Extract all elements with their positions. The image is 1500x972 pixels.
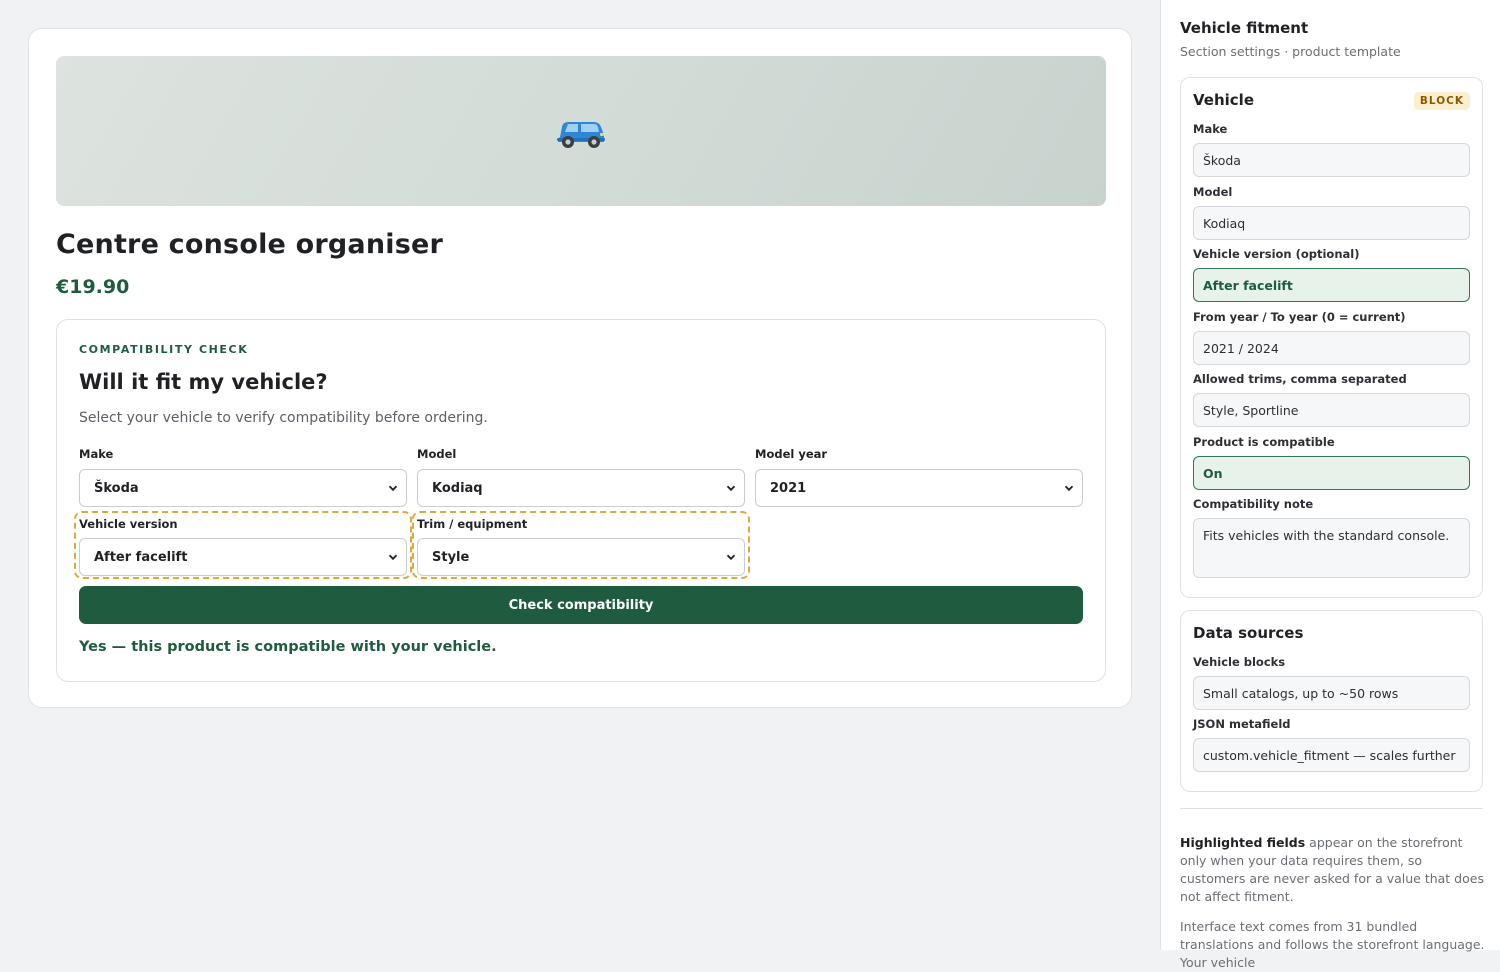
year-select-value: 2021 [770, 480, 807, 496]
setting-version-input[interactable]: After facelift [1193, 268, 1470, 302]
setting-version: Vehicle version (optional) After facelif… [1193, 247, 1470, 302]
panel-subtitle: Section settings · product template [1180, 44, 1401, 59]
chevron-down-icon [726, 485, 736, 492]
setting-years-input[interactable]: 2021 / 2024 [1193, 331, 1470, 365]
version-field: Vehicle version After facelift [79, 517, 407, 576]
product-card: Centre console organiser €19.90 COMPATIB… [28, 28, 1132, 708]
data-sources-title: Data sources [1193, 624, 1304, 642]
chevron-down-icon [1064, 485, 1074, 492]
version-select[interactable]: After facelift [79, 538, 407, 576]
product-title: Centre console organiser [56, 229, 444, 260]
setting-note: Compatibility note Fits vehicles with th… [1193, 497, 1470, 578]
model-select[interactable]: Kodiaq [417, 469, 745, 507]
compat-title: Will it fit my vehicle? [79, 370, 328, 394]
setting-compatible-toggle[interactable]: On [1193, 456, 1470, 490]
setting-trims-input[interactable]: Style, Sportline [1193, 393, 1470, 427]
make-field: Make Škoda [79, 447, 407, 507]
setting-json-metafield-input[interactable]: custom.vehicle_fitment — scales further [1193, 738, 1470, 772]
make-label: Make [79, 447, 114, 461]
make-select-value: Škoda [94, 480, 139, 496]
trim-label: Trim / equipment [417, 517, 528, 531]
year-label: Model year [755, 447, 828, 461]
make-select[interactable]: Škoda [79, 469, 407, 507]
storefront-preview: Centre console organiser €19.90 COMPATIB… [0, 0, 1160, 950]
chevron-down-icon [388, 485, 398, 492]
data-sources-card: Data sources Vehicle blocks Small catalo… [1180, 610, 1483, 792]
product-image [56, 56, 1106, 206]
block-badge: BLOCK [1413, 92, 1470, 110]
setting-note-textarea[interactable]: Fits vehicles with the standard console. [1193, 518, 1470, 578]
setting-compatible: Product is compatible On [1193, 435, 1470, 490]
vehicle-block-card: Vehicle BLOCK Make Škoda Model Kodiaq Ve… [1180, 77, 1483, 598]
setting-make-label: Make [1193, 122, 1228, 136]
setting-years-label: From year / To year (0 = current) [1193, 310, 1406, 324]
panel-divider [1180, 808, 1483, 809]
help-strong: Highlighted fields [1180, 835, 1306, 850]
version-label: Vehicle version [79, 517, 178, 531]
year-field: Model year 2021 [755, 447, 1083, 507]
setting-version-label: Vehicle version (optional) [1193, 247, 1360, 261]
car-icon [557, 122, 605, 148]
setting-vehicle-blocks: Vehicle blocks Small catalogs, up to ~50… [1193, 655, 1470, 710]
setting-model-input[interactable]: Kodiaq [1193, 206, 1470, 240]
setting-make: Make Škoda [1193, 122, 1470, 177]
trim-field: Trim / equipment Style [417, 517, 745, 576]
compat-eyebrow: COMPATIBILITY CHECK [79, 343, 249, 356]
model-label: Model [417, 447, 457, 461]
model-field: Model Kodiaq [417, 447, 745, 507]
setting-model: Model Kodiaq [1193, 185, 1470, 240]
setting-compatible-label: Product is compatible [1193, 435, 1335, 449]
trim-select-value: Style [432, 549, 470, 565]
panel-title: Vehicle fitment [1180, 19, 1309, 37]
year-select[interactable]: 2021 [755, 469, 1083, 507]
setting-trims-label: Allowed trims, comma separated [1193, 372, 1407, 386]
help-translations: Interface text comes from 31 bundled tra… [1180, 919, 1485, 970]
setting-years: From year / To year (0 = current) 2021 /… [1193, 310, 1470, 365]
compat-subtitle: Select your vehicle to verify compatibil… [79, 410, 488, 426]
setting-json-metafield: JSON metafield custom.vehicle_fitment — … [1193, 717, 1470, 772]
setting-note-label: Compatibility note [1193, 497, 1314, 511]
compatibility-check: COMPATIBILITY CHECK Will it fit my vehic… [56, 319, 1106, 682]
compatibility-result: Yes — this product is compatible with yo… [79, 639, 497, 655]
chevron-down-icon [726, 554, 736, 561]
product-price: €19.90 [56, 276, 130, 298]
setting-vehicle-blocks-label: Vehicle blocks [1193, 655, 1286, 669]
setting-trims: Allowed trims, comma separated Style, Sp… [1193, 372, 1470, 427]
setting-model-label: Model [1193, 185, 1233, 199]
version-select-value: After facelift [94, 549, 188, 565]
settings-panel: Vehicle fitment Section settings · produ… [1160, 0, 1500, 970]
setting-vehicle-blocks-input[interactable]: Small catalogs, up to ~50 rows [1193, 676, 1470, 710]
chevron-down-icon [388, 554, 398, 561]
check-compatibility-button[interactable]: Check compatibility [79, 586, 1083, 624]
setting-json-metafield-label: JSON metafield [1193, 717, 1291, 731]
model-select-value: Kodiaq [432, 480, 483, 496]
help-highlighted-fields: Highlighted fields appear on the storefr… [1180, 834, 1485, 906]
setting-make-input[interactable]: Škoda [1193, 143, 1470, 177]
trim-select[interactable]: Style [417, 538, 745, 576]
vehicle-block-title: Vehicle [1193, 91, 1254, 109]
